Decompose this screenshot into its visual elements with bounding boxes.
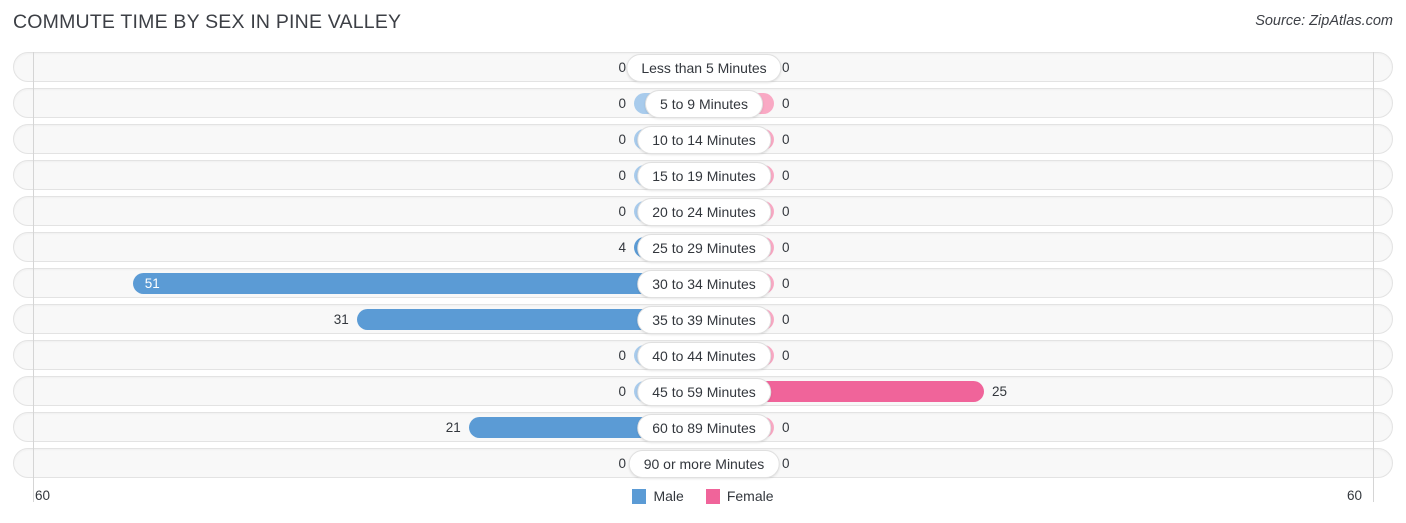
bar-value-male: 0 <box>618 204 626 219</box>
row-track: 4 0 25 to 29 Minutes <box>14 233 1392 262</box>
bar-value-female: 25 <box>992 384 1008 399</box>
category-label: 35 to 39 Minutes <box>637 306 771 334</box>
bar-value-male: 0 <box>618 456 626 471</box>
chart-legend: Male Female <box>13 488 1393 504</box>
category-label: 45 to 59 Minutes <box>637 378 771 406</box>
bar-value-female: 0 <box>782 60 790 75</box>
category-label: 25 to 29 Minutes <box>637 234 771 262</box>
bar-value-male: 4 <box>618 240 626 255</box>
chart-footer: 60 60 Male Female <box>13 486 1393 516</box>
bar-value-female: 0 <box>782 312 790 327</box>
bar-value-male: 0 <box>618 96 626 111</box>
bar-value-male: 0 <box>618 132 626 147</box>
bar-male <box>132 273 704 294</box>
row-track: 21 0 60 to 89 Minutes <box>14 413 1392 442</box>
table-row: 0 0 40 to 44 Minutes <box>13 340 1393 370</box>
bar-value-male: 0 <box>618 168 626 183</box>
row-track: 0 0 5 to 9 Minutes <box>14 89 1392 118</box>
bar-value-male: 0 <box>618 348 626 363</box>
table-row: 0 0 15 to 19 Minutes <box>13 160 1393 190</box>
chart-header: COMMUTE TIME BY SEX IN PINE VALLEY Sourc… <box>0 0 1406 46</box>
table-row: 31 0 35 to 39 Minutes <box>13 304 1393 334</box>
table-row: 51 0 30 to 34 Minutes <box>13 268 1393 298</box>
row-track: 31 0 35 to 39 Minutes <box>14 305 1392 334</box>
table-row: 0 0 90 or more Minutes <box>13 448 1393 478</box>
row-track: 0 0 10 to 14 Minutes <box>14 125 1392 154</box>
legend-label: Female <box>726 488 774 504</box>
chart-rows: 0 0 Less than 5 Minutes 0 0 5 to 9 Minutes 0 0 1… <box>13 52 1393 484</box>
table-row: 0 0 Less than 5 Minutes <box>13 52 1393 82</box>
table-row: 0 0 5 to 9 Minutes <box>13 88 1393 118</box>
row-track: 0 0 20 to 24 Minutes <box>14 197 1392 226</box>
legend-item[interactable]: Male <box>632 488 684 504</box>
bar-value-female: 0 <box>782 240 790 255</box>
category-label: 30 to 34 Minutes <box>637 270 771 298</box>
category-label: 20 to 24 Minutes <box>637 198 771 226</box>
category-label: Less than 5 Minutes <box>626 54 782 82</box>
bar-value-female: 0 <box>782 204 790 219</box>
row-track: 0 0 15 to 19 Minutes <box>14 161 1392 190</box>
table-row: 0 0 10 to 14 Minutes <box>13 124 1393 154</box>
legend-item[interactable]: Female <box>705 488 774 504</box>
row-track: 0 0 40 to 44 Minutes <box>14 341 1392 370</box>
bar-value-female: 0 <box>782 276 790 291</box>
bar-value-female: 0 <box>782 168 790 183</box>
table-row: 0 25 45 to 59 Minutes <box>13 376 1393 406</box>
bar-value-male: 31 <box>333 312 349 327</box>
category-label: 90 or more Minutes <box>628 450 780 478</box>
row-track: 0 25 45 to 59 Minutes <box>14 377 1392 406</box>
chart-page: COMMUTE TIME BY SEX IN PINE VALLEY Sourc… <box>0 0 1406 523</box>
category-label: 40 to 44 Minutes <box>637 342 771 370</box>
bar-value-male: 21 <box>445 420 461 435</box>
chart-plot-area: 0 0 Less than 5 Minutes 0 0 5 to 9 Minutes 0 0 1… <box>13 52 1393 502</box>
bar-value-female: 0 <box>782 348 790 363</box>
bar-value-female: 0 <box>782 96 790 111</box>
category-label: 10 to 14 Minutes <box>637 126 771 154</box>
legend-swatch-icon <box>632 488 647 504</box>
page-title: COMMUTE TIME BY SEX IN PINE VALLEY <box>13 11 402 33</box>
category-label: 15 to 19 Minutes <box>637 162 771 190</box>
bar-value-male: 51 <box>144 276 160 291</box>
row-track: 0 0 90 or more Minutes <box>14 449 1392 478</box>
legend-label: Male <box>653 488 684 504</box>
bar-value-female: 0 <box>782 420 790 435</box>
table-row: 4 0 25 to 29 Minutes <box>13 232 1393 262</box>
source-attribution: Source: ZipAtlas.com <box>1255 13 1393 29</box>
row-track: 0 0 Less than 5 Minutes <box>14 53 1392 82</box>
bar-value-female: 0 <box>782 456 790 471</box>
axis-line-right <box>1373 52 1374 502</box>
table-row: 0 0 20 to 24 Minutes <box>13 196 1393 226</box>
bar-value-male: 0 <box>618 384 626 399</box>
category-label: 60 to 89 Minutes <box>637 414 771 442</box>
table-row: 21 0 60 to 89 Minutes <box>13 412 1393 442</box>
legend-swatch-icon <box>705 488 720 504</box>
bar-value-female: 0 <box>782 132 790 147</box>
bar-value-male: 0 <box>618 60 626 75</box>
category-label: 5 to 9 Minutes <box>645 90 763 118</box>
row-track: 51 0 30 to 34 Minutes <box>14 269 1392 298</box>
axis-line-left <box>33 52 34 502</box>
